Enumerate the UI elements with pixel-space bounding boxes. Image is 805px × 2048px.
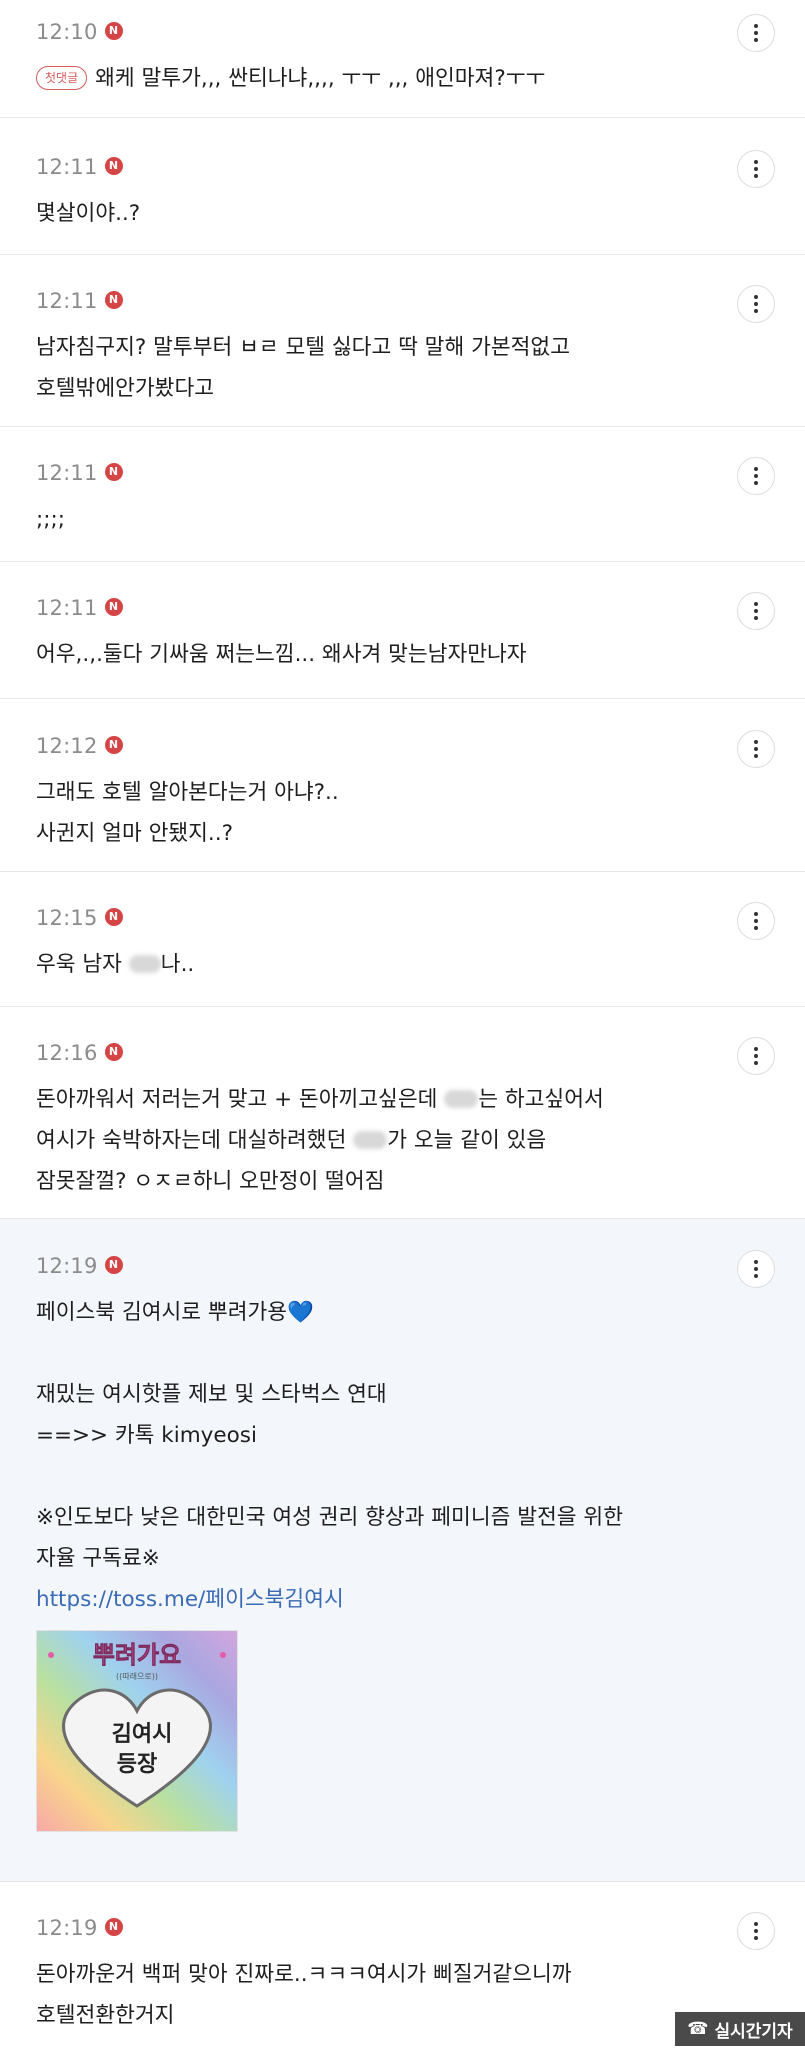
comment-meta: 12:10 N	[36, 18, 715, 46]
more-options-button[interactable]	[737, 592, 775, 630]
comment-text: 페이스북 김여시로 뿌려가용	[36, 1300, 288, 1325]
more-options-button[interactable]	[737, 457, 775, 495]
censored-blur	[444, 1090, 479, 1108]
new-badge: N	[104, 735, 123, 754]
comment-text: 왜케 말투가,,, 싼티나냐,,,, ㅜㅜ ,,, 애인마져?ㅜㅜ	[95, 66, 546, 91]
comment-text: 호텔밖에안가봤다고	[36, 376, 215, 401]
comment-time: 12:11	[36, 289, 98, 313]
comment-meta: 12:11 N	[36, 594, 715, 622]
comment-text: 호텔전환한거지	[36, 2003, 175, 2028]
comment-time: 12:16	[36, 1041, 98, 1065]
censored-blur	[128, 955, 161, 973]
comment-item: 12:12 N 그래도 호텔 알아본다는거 아냐?.. 사귄지 얼마 안됐지..…	[0, 699, 805, 872]
new-badge: N	[104, 597, 123, 616]
comment-text: 여시가 숙박하자는데 대실하려했던	[36, 1128, 354, 1153]
comment-item: 12:15 N 우욱 남자 나..	[0, 872, 805, 1007]
more-options-button[interactable]	[737, 1912, 775, 1950]
watermark-badge: ☎ 실시간기자	[675, 2012, 805, 2046]
more-options-button[interactable]	[737, 1037, 775, 1075]
comment-text: 그래도 호텔 알아본다는거 아냐?..	[36, 780, 339, 805]
comment-meta: 12:19 N	[36, 1914, 715, 1942]
comment-meta: 12:12 N	[36, 732, 715, 760]
watermark-text: 실시간기자	[714, 2021, 793, 2042]
comment-item: 12:16 N 돈아까워서 저러는거 맞고 + 돈아끼고싶은데 는 하고싶어서 …	[0, 1007, 805, 1219]
comment-text: 사귄지 얼마 안됐지..?	[36, 821, 233, 846]
comment-meta: 12:11 N	[36, 459, 715, 487]
comment-text: 나..	[160, 952, 195, 977]
new-badge: N	[104, 907, 123, 926]
comment-item-highlighted: 12:19 N 페이스북 김여시로 뿌려가용💙 재밌는 여시핫플 제보 및 스타…	[0, 1219, 805, 1882]
comment-text: 는 하고싶어서	[478, 1087, 604, 1112]
promo-dot	[220, 1652, 226, 1658]
comment-text: 어우,.,.둘다 기싸움 쩌는느낌... 왜사겨 맞는남자만나자	[36, 642, 527, 667]
comment-text: 자율 구독료※	[36, 1546, 160, 1571]
comment-item: 12:10 N 첫댓글 왜케 말투가,,, 싼티나냐,,,, ㅜㅜ ,,, 애인마…	[0, 0, 805, 118]
comment-meta: 12:11 N	[36, 287, 715, 315]
comment-time: 12:12	[36, 734, 98, 758]
promo-dot	[48, 1652, 54, 1658]
promo-image[interactable]: 뿌려가요 ((따래으로)) 김여시 등장	[36, 1630, 238, 1832]
more-options-button[interactable]	[737, 1250, 775, 1288]
comment-feed: 12:10 N 첫댓글 왜케 말투가,,, 싼티나냐,,,, ㅜㅜ ,,, 애인마…	[0, 0, 805, 2046]
comment-text: 잠못잘껄? ㅇㅈㄹ하니 오만정이 떨어짐	[36, 1169, 385, 1194]
more-options-button[interactable]	[737, 730, 775, 768]
new-badge: N	[104, 156, 123, 175]
comment-text: 돈아까운거 백퍼 맞아 진짜로..ㅋㅋㅋ여시가 삐질거같으니까	[36, 1962, 572, 1987]
new-badge: N	[104, 290, 123, 309]
comment-text: 몇살이야..?	[36, 201, 141, 226]
comment-time: 12:19	[36, 1254, 98, 1278]
censored-blur	[353, 1131, 388, 1149]
more-options-button[interactable]	[737, 285, 775, 323]
comment-item: 12:11 N ;;;;	[0, 427, 805, 562]
watermark-logo-icon: ☎	[687, 2019, 709, 2039]
comment-meta: 12:19 N	[36, 1252, 715, 1280]
more-options-button[interactable]	[737, 14, 775, 52]
promo-subtitle: ((따래으로))	[116, 1672, 158, 1681]
new-badge: N	[104, 462, 123, 481]
comment-text: 남자침구지? 말투부터 ㅂㄹ 모텔 싫다고 딱 말해 가본적없고	[36, 335, 570, 360]
comment-item: 12:19 N 돈아까운거 백퍼 맞아 진짜로..ㅋㅋㅋ여시가 삐질거같으니까 …	[0, 1882, 805, 2046]
promo-image-graphic: 뿌려가요 ((따래으로)) 김여시 등장	[37, 1631, 237, 1831]
comment-time: 12:15	[36, 906, 98, 930]
comment-time: 12:11	[36, 596, 98, 620]
comment-text: 가 오늘 같이 있음	[387, 1128, 547, 1153]
promo-title: 뿌려가요	[93, 1641, 181, 1669]
comment-text: 재밌는 여시핫플 제보 및 스타벅스 연대	[36, 1382, 387, 1407]
donation-link[interactable]: https://toss.me/페이스북김여시	[36, 1579, 715, 1620]
new-badge: N	[104, 1917, 123, 1936]
more-options-button[interactable]	[737, 150, 775, 188]
promo-line-2: 등장	[117, 1752, 157, 1777]
new-badge: N	[104, 21, 123, 40]
comment-text: ;;;;	[36, 507, 65, 532]
blue-heart-icon: 💙	[287, 1300, 314, 1325]
comment-time: 12:11	[36, 461, 98, 485]
comment-item: 12:11 N 어우,.,.둘다 기싸움 쩌는느낌... 왜사겨 맞는남자만나자	[0, 562, 805, 699]
first-comment-tag: 첫댓글	[36, 66, 88, 90]
comment-meta: 12:15 N	[36, 904, 715, 932]
comment-time: 12:11	[36, 155, 98, 179]
comment-item: 12:11 N 몇살이야..?	[0, 118, 805, 255]
comment-meta: 12:16 N	[36, 1039, 715, 1067]
more-options-button[interactable]	[737, 902, 775, 940]
comment-text: 돈아까워서 저러는거 맞고 + 돈아끼고싶은데	[36, 1087, 445, 1112]
comment-text: 우욱 남자	[36, 952, 129, 977]
promo-line-1: 김여시	[112, 1722, 173, 1747]
comment-meta: 12:11 N	[36, 153, 715, 181]
comment-item: 12:11 N 남자침구지? 말투부터 ㅂㄹ 모텔 싫다고 딱 말해 가본적없고…	[0, 255, 805, 427]
comment-time: 12:10	[36, 20, 98, 44]
comment-text: ==>> 카톡 kimyeosi	[36, 1423, 257, 1448]
comment-text: ※인도보다 낮은 대한민국 여성 권리 향상과 페미니즘 발전을 위한	[36, 1505, 623, 1530]
new-badge: N	[104, 1042, 123, 1061]
new-badge: N	[104, 1255, 123, 1274]
comment-time: 12:19	[36, 1916, 98, 1940]
